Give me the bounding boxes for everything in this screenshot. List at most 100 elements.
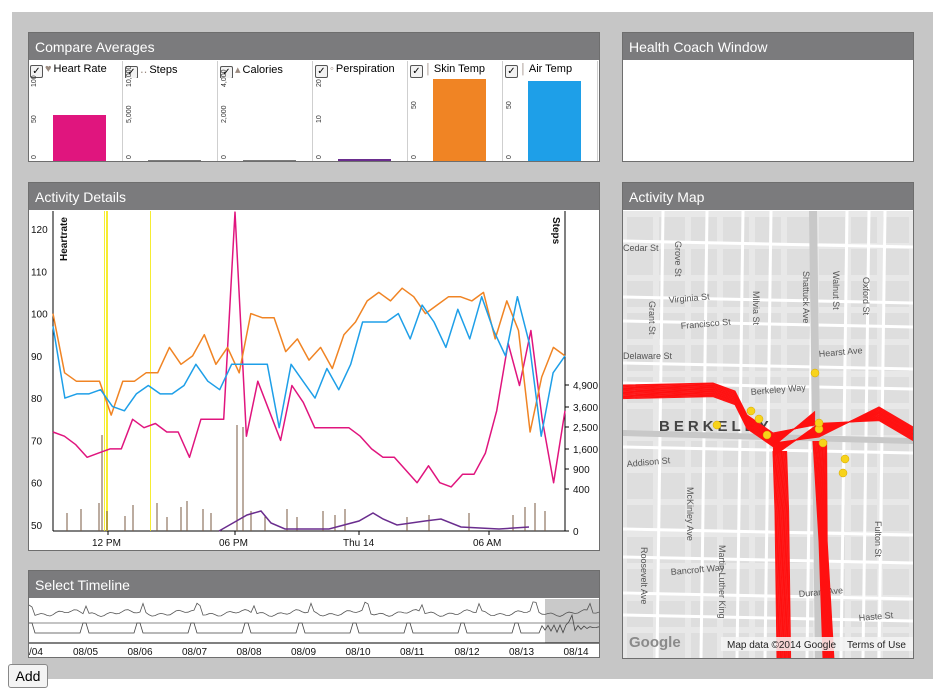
health-coach-panel: Health Coach Window bbox=[622, 32, 914, 162]
average-bar bbox=[338, 159, 391, 161]
add-button[interactable]: Add bbox=[8, 664, 48, 688]
right-axis-tick: 1,600 bbox=[573, 445, 598, 456]
map-block bbox=[883, 569, 909, 595]
map-block bbox=[787, 217, 813, 243]
average-item: ✓ ‥ Steps 10,000 5,000 0 bbox=[124, 61, 218, 161]
timeline-date-label: 08/13 bbox=[509, 647, 534, 657]
map-marker[interactable] bbox=[810, 368, 820, 378]
map-block bbox=[883, 505, 909, 531]
map-marker[interactable] bbox=[746, 406, 756, 416]
average-label-text: Air Temp bbox=[528, 63, 573, 75]
x-axis-tick: 06 PM bbox=[219, 538, 248, 549]
average-axis-tick: 0 bbox=[506, 155, 513, 159]
average-checkbox[interactable]: ✓ bbox=[410, 65, 423, 78]
average-axis-tick: 50 bbox=[31, 115, 38, 123]
health-coach-body bbox=[623, 61, 913, 161]
average-axis-tick: 4,000 bbox=[221, 69, 228, 87]
average-axis-tick: 50 bbox=[506, 101, 513, 109]
map-marker[interactable] bbox=[818, 438, 828, 448]
map-marker[interactable] bbox=[840, 454, 850, 464]
left-axis-label: Heartrate bbox=[59, 217, 70, 261]
map-marker[interactable] bbox=[762, 430, 772, 440]
average-label-text: Skin Temp bbox=[433, 63, 486, 75]
map-block bbox=[659, 473, 685, 499]
map-block bbox=[659, 505, 685, 531]
left-axis-tick: 90 bbox=[31, 352, 43, 363]
activity-map-title: Activity Map bbox=[623, 183, 913, 210]
left-axis-tick: 100 bbox=[31, 310, 48, 321]
activity-chart[interactable]: 120 110 100 90 80 70 60 50 Heartrate Steps 4,900 3,… bbox=[29, 211, 599, 550]
thermometer-icon: │ bbox=[425, 63, 432, 75]
map-marker[interactable] bbox=[814, 418, 824, 428]
activity-details-title: Activity Details bbox=[29, 183, 599, 210]
timeline-date-label: 08/07 bbox=[182, 647, 207, 657]
average-label[interactable]: ✓ ◦ Perspiration bbox=[315, 63, 406, 78]
average-axis-tick: 5,000 bbox=[126, 105, 133, 123]
timeline-chart[interactable]: /04 08/05 08/06 08/07 08/08 08/09 08/10 08/11 08… bbox=[28, 599, 600, 658]
left-axis-tick: 70 bbox=[31, 436, 43, 447]
average-axis-tick: 100 bbox=[31, 75, 38, 87]
map-marker[interactable] bbox=[754, 414, 764, 424]
map-street-label: Roosevelt Ave bbox=[639, 547, 649, 604]
select-timeline-body: /04 08/05 08/06 08/07 08/08 08/09 08/10 08/11 08… bbox=[28, 599, 600, 658]
compare-averages-title: Compare Averages bbox=[29, 33, 599, 60]
average-item: ✓ │ Skin Temp 50 0 bbox=[409, 61, 503, 161]
right-axis-tick: 2,500 bbox=[573, 423, 598, 434]
select-timeline-title: Select Timeline bbox=[29, 571, 599, 598]
google-logo: Google bbox=[629, 634, 681, 651]
average-checkbox[interactable]: ✓ bbox=[505, 65, 518, 78]
map-street-label: Delaware St bbox=[623, 351, 673, 361]
average-bar bbox=[53, 115, 106, 161]
timeline-line-upper bbox=[28, 601, 600, 617]
timeline-line-lower bbox=[29, 613, 600, 634]
average-checkbox[interactable]: ✓ bbox=[315, 65, 328, 78]
average-bar bbox=[528, 81, 581, 161]
map-marker[interactable] bbox=[712, 420, 722, 430]
activity-details-panel: Activity Details 120 110 100 90 80 70 60 50 Hear… bbox=[28, 182, 600, 551]
average-axis-tick: 50 bbox=[411, 101, 418, 109]
activity-map-body[interactable]: Cedar St Virginia St Francisco St Delaware … bbox=[622, 210, 914, 659]
map-street-label: Fulton St bbox=[873, 521, 883, 558]
left-axis-tick: 50 bbox=[31, 521, 43, 532]
left-axis-tick: 110 bbox=[31, 267, 47, 278]
timeline-date-label: /04 bbox=[29, 647, 43, 657]
map-attribution: Map data ©2014 Google bbox=[727, 640, 837, 651]
map-marker[interactable] bbox=[838, 468, 848, 478]
timeline-date-label: 08/08 bbox=[237, 647, 262, 657]
average-label[interactable]: ✓ ▴ Calories bbox=[220, 63, 311, 78]
flame-icon: ▴ bbox=[235, 64, 241, 76]
timeline-date-label: 08/14 bbox=[564, 647, 589, 657]
right-axis-tick: 0 bbox=[573, 527, 579, 538]
highlight-band bbox=[150, 211, 151, 531]
average-axis-tick: 0 bbox=[126, 155, 133, 159]
average-label[interactable]: ✓ ‥ Steps bbox=[125, 63, 216, 78]
map-block bbox=[723, 217, 749, 243]
select-timeline-panel: Select Timeline /04 08/05 08/06 08/07 08/08 0… bbox=[28, 570, 600, 658]
average-item: ✓ │ Air Temp 50 0 bbox=[504, 61, 598, 161]
activity-details-body: 120 110 100 90 80 70 60 50 Heartrate Steps 4,900 3,… bbox=[29, 211, 599, 550]
map-block bbox=[723, 249, 749, 275]
average-label[interactable]: ✓ │ Skin Temp bbox=[410, 63, 501, 78]
map-block bbox=[691, 217, 717, 243]
series-line-heartrate bbox=[52, 211, 566, 488]
map-block bbox=[691, 601, 717, 627]
droplet-icon: ◦ bbox=[330, 63, 334, 75]
compare-averages-body: ✓ ♥ Heart Rate 100 50 0 ✓ ‥ Steps 10,000 5,000 0 ✓ ▴ C… bbox=[29, 61, 599, 161]
map-block bbox=[851, 441, 877, 467]
average-axis-tick: 20 bbox=[316, 79, 323, 87]
average-axis-tick: 0 bbox=[31, 155, 38, 159]
map-street-label: Cedar St bbox=[623, 243, 659, 253]
map-block bbox=[723, 505, 749, 531]
average-label[interactable]: ✓ ♥ Heart Rate bbox=[30, 63, 121, 78]
highlight-band bbox=[104, 211, 105, 531]
average-bar bbox=[148, 160, 201, 161]
left-axis-tick: 80 bbox=[31, 394, 43, 405]
average-axis-tick: 10 bbox=[316, 115, 323, 123]
activity-map[interactable]: Cedar StVirginia StFrancisco StDelaware … bbox=[622, 210, 914, 659]
map-block bbox=[691, 633, 717, 659]
series-line-skin-temp bbox=[52, 287, 566, 433]
average-label[interactable]: ✓ │ Air Temp bbox=[505, 63, 596, 78]
average-axis-tick: 0 bbox=[411, 155, 418, 159]
map-block bbox=[723, 281, 749, 307]
map-block bbox=[851, 377, 877, 403]
